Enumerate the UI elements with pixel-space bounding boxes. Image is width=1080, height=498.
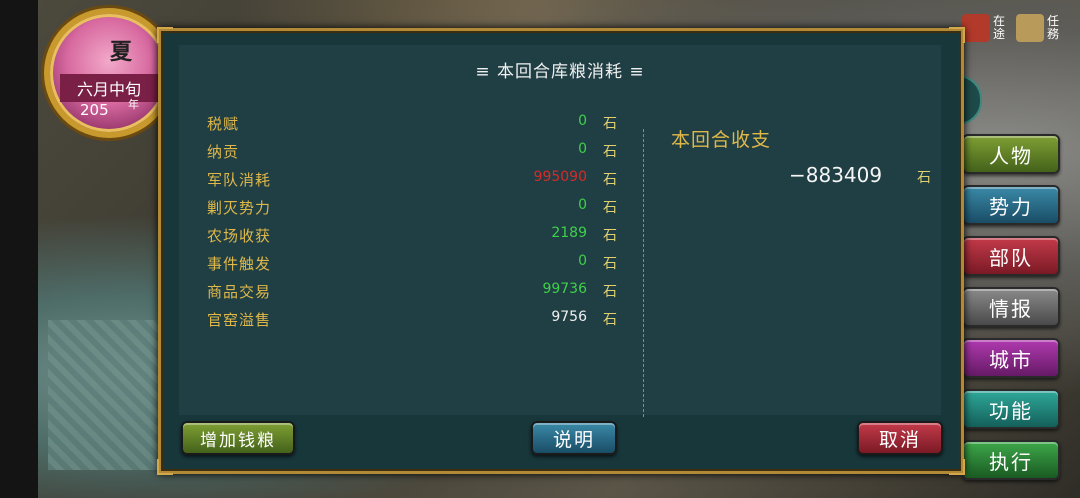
summary-unit: 石 xyxy=(917,170,931,186)
item-value: 995090 xyxy=(533,169,587,185)
city-button[interactable]: 城市 xyxy=(962,338,1060,378)
season-char: 夏 xyxy=(110,40,133,65)
year-unit: 年 xyxy=(128,98,139,111)
list-item: 商品交易 99736 石 xyxy=(207,277,617,305)
item-label: 剿灭势力 xyxy=(207,199,272,217)
top-icon-bar: 在途 任務 xyxy=(962,14,1060,42)
item-value: 0 xyxy=(578,141,587,157)
item-unit: 石 xyxy=(603,312,617,328)
dialog-panel: ≡ 本回合库粮消耗 ≡ 税赋 0 石 纳贡 0 石 军队消耗 995090 石 … xyxy=(179,45,941,417)
item-label: 军队消耗 xyxy=(207,171,272,189)
en-route-icon xyxy=(962,14,990,42)
summary-label: 本回合收支 xyxy=(671,129,772,151)
dialog-title: ≡ 本回合库粮消耗 ≡ xyxy=(475,62,645,82)
list-item: 官窑溢售 9756 石 xyxy=(207,305,617,333)
grain-items-list: 税赋 0 石 纳贡 0 石 军队消耗 995090 石 剿灭势力 0 石 农场收… xyxy=(207,109,617,333)
item-label: 官窑溢售 xyxy=(207,311,272,329)
characters-button[interactable]: 人物 xyxy=(962,134,1060,174)
en-route-button[interactable]: 在途 xyxy=(962,14,1006,42)
execute-button[interactable]: 执行 xyxy=(962,440,1060,480)
frame-corner xyxy=(949,459,965,475)
list-item: 剿灭势力 0 石 xyxy=(207,193,617,221)
list-item: 纳贡 0 石 xyxy=(207,137,617,165)
item-value: 2189 xyxy=(551,225,587,241)
item-label: 农场收获 xyxy=(207,227,272,245)
cancel-button[interactable]: 取消 xyxy=(857,421,943,455)
scroll-icon xyxy=(1016,14,1044,42)
grain-consumption-dialog: ≡ 本回合库粮消耗 ≡ 税赋 0 石 纳贡 0 石 军队消耗 995090 石 … xyxy=(157,27,965,475)
frame-corner xyxy=(157,27,173,43)
en-route-label: 在途 xyxy=(992,14,1005,41)
list-item: 农场收获 2189 石 xyxy=(207,221,617,249)
list-item: 税赋 0 石 xyxy=(207,109,617,137)
item-unit: 石 xyxy=(603,144,617,160)
map-terrain xyxy=(48,320,158,470)
item-value: 0 xyxy=(578,253,587,269)
item-label: 商品交易 xyxy=(207,283,272,301)
season-badge[interactable]: 夏 六月中旬 205 年 xyxy=(44,8,174,138)
item-label: 税赋 xyxy=(207,115,240,133)
troops-button[interactable]: 部队 xyxy=(962,236,1060,276)
screen-edge xyxy=(0,0,38,498)
list-item: 军队消耗 995090 石 xyxy=(207,165,617,193)
item-unit: 石 xyxy=(603,200,617,216)
frame-corner xyxy=(157,459,173,475)
help-button[interactable]: 说明 xyxy=(531,421,617,455)
item-value: 0 xyxy=(578,113,587,129)
intel-button[interactable]: 情报 xyxy=(962,287,1060,327)
frame-corner xyxy=(949,27,965,43)
item-label: 纳贡 xyxy=(207,143,240,161)
item-unit: 石 xyxy=(603,172,617,188)
list-item: 事件触发 0 石 xyxy=(207,249,617,277)
column-divider xyxy=(643,129,644,417)
tasks-button[interactable]: 任務 xyxy=(1016,14,1060,42)
item-unit: 石 xyxy=(603,116,617,132)
add-grain-button[interactable]: 增加钱粮 xyxy=(181,421,295,455)
item-label: 事件触发 xyxy=(207,255,272,273)
functions-button[interactable]: 功能 xyxy=(962,389,1060,429)
item-unit: 石 xyxy=(603,284,617,300)
item-unit: 石 xyxy=(603,228,617,244)
item-value: 99736 xyxy=(542,281,587,297)
month-label: 六月中旬 xyxy=(60,74,158,102)
item-value: 9756 xyxy=(551,309,587,325)
item-value: 0 xyxy=(578,197,587,213)
forces-button[interactable]: 势力 xyxy=(962,185,1060,225)
summary-value: −883409 xyxy=(789,163,883,187)
tasks-label: 任務 xyxy=(1046,14,1059,41)
item-unit: 石 xyxy=(603,256,617,272)
year-label: 205 xyxy=(80,101,109,119)
